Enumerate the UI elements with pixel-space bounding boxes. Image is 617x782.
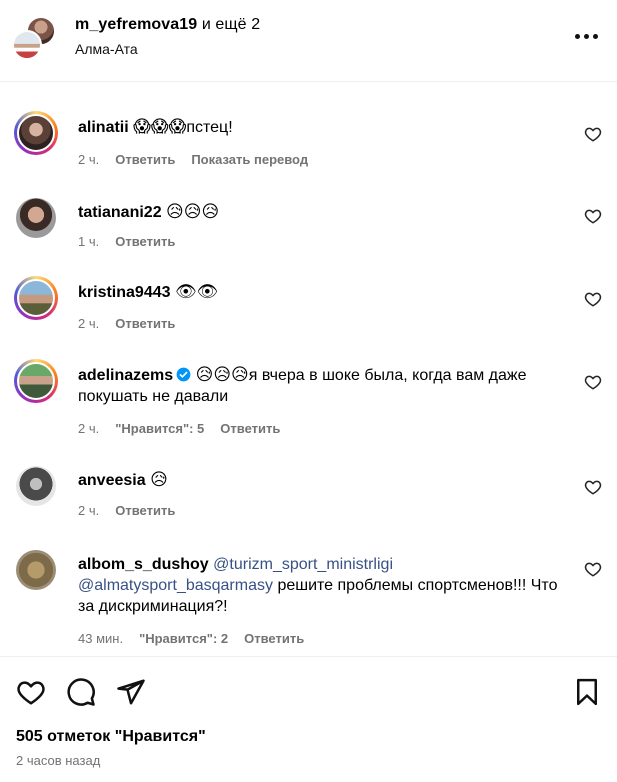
comment-time[interactable]: 43 мин. [78,631,123,646]
post-location[interactable]: Алма-Ата [75,41,138,57]
reply-button[interactable]: Ответить [115,316,175,331]
comment-emojis: 😥😥😥 [166,202,220,222]
comment-time[interactable]: 2 ч. [78,316,99,331]
dot-icon [574,33,580,39]
comment-username[interactable]: alinatii [78,119,129,136]
comment-meta: 2 ч. Ответить Показать перевод [78,152,308,167]
mention-link[interactable]: @almatysport_basqarmasy [78,577,273,594]
like-heart-icon[interactable] [584,560,602,578]
comment-body: tatianani22 😥😥😥 [78,202,568,223]
avatar[interactable] [14,196,58,240]
comment-emojis: 😥😥😥 [195,365,249,385]
likes-count-button[interactable]: "Нравится": 5 [115,421,204,436]
avatar[interactable] [12,30,42,60]
avatar[interactable] [14,548,58,592]
comment-username[interactable]: adelinazems [78,367,173,384]
comment-meta: 43 мин. "Нравится": 2 Ответить [78,631,304,646]
mention-link[interactable]: @turizm_sport_ministrligi [213,556,393,573]
post-likes-count[interactable]: 505 отметок "Нравится" [16,728,206,746]
post-actions-bar [0,656,617,726]
comment-body: alinatii 😱😱😱пстец! [78,117,568,138]
reply-button[interactable]: Ответить [244,631,304,646]
comment-time[interactable]: 1 ч. [78,234,99,249]
share-paper-plane-icon[interactable] [116,677,146,707]
comment-text: пстец! [186,119,233,136]
collaborators-link[interactable]: и ещё 2 [202,16,260,33]
comment-username[interactable]: kristina9443 [78,284,171,301]
comment-meta: 1 ч. Ответить [78,234,175,249]
comment-bubble-icon[interactable] [66,677,96,707]
comment-username[interactable]: albom_s_dushoy [78,556,209,573]
author-avatars[interactable] [10,16,60,62]
username-link[interactable]: m_yefremova19 [75,16,197,33]
comment-emojis: 😱😱😱 [133,117,187,137]
like-heart-icon[interactable] [584,290,602,308]
dot-icon [583,33,589,39]
likes-count-button[interactable]: "Нравится": 2 [139,631,228,646]
comment-meta: 2 ч. Ответить [78,503,175,518]
reply-button[interactable]: Ответить [115,152,175,167]
verified-badge-icon [176,367,191,382]
comment-body: adelinazems 😥😥😥я вчера в шоке была, когд… [78,365,568,407]
like-heart-icon[interactable] [584,207,602,225]
post-timestamp: 2 часов назад [16,753,101,768]
avatar[interactable] [14,111,58,155]
avatar[interactable] [14,276,58,320]
like-heart-icon[interactable] [584,125,602,143]
comment-emojis: 😥 [150,470,168,490]
reply-button[interactable]: Ответить [115,503,175,518]
author-username[interactable]: m_yefremova19 и ещё 2 [75,16,260,34]
comment-meta: 2 ч. Ответить [78,316,175,331]
reply-button[interactable]: Ответить [220,421,280,436]
avatar[interactable] [14,464,58,508]
comment-time[interactable]: 2 ч. [78,503,99,518]
like-heart-icon[interactable] [584,478,602,496]
dot-icon [592,33,598,39]
bookmark-icon[interactable] [572,677,602,707]
comment-body: albom_s_dushoy @turizm_sport_ministrligi… [78,554,568,617]
comment-time[interactable]: 2 ч. [78,421,99,436]
comment-body: kristina9443 👁👁 [78,282,568,303]
avatar[interactable] [14,359,58,403]
comment-username[interactable]: tatianani22 [78,204,162,221]
comment-username[interactable]: anveesia [78,472,146,489]
reply-button[interactable]: Ответить [115,234,175,249]
like-heart-icon[interactable] [16,677,46,707]
comment-meta: 2 ч. "Нравится": 5 Ответить [78,421,280,436]
post-header: m_yefremova19 и ещё 2 Алма-Ата [0,0,617,82]
comment-emojis: 👁👁 [174,282,219,302]
like-heart-icon[interactable] [584,373,602,391]
more-options-button[interactable] [571,26,601,46]
comment-body: anveesia 😥 [78,470,568,491]
translate-button[interactable]: Показать перевод [191,152,308,167]
comment-time[interactable]: 2 ч. [78,152,99,167]
